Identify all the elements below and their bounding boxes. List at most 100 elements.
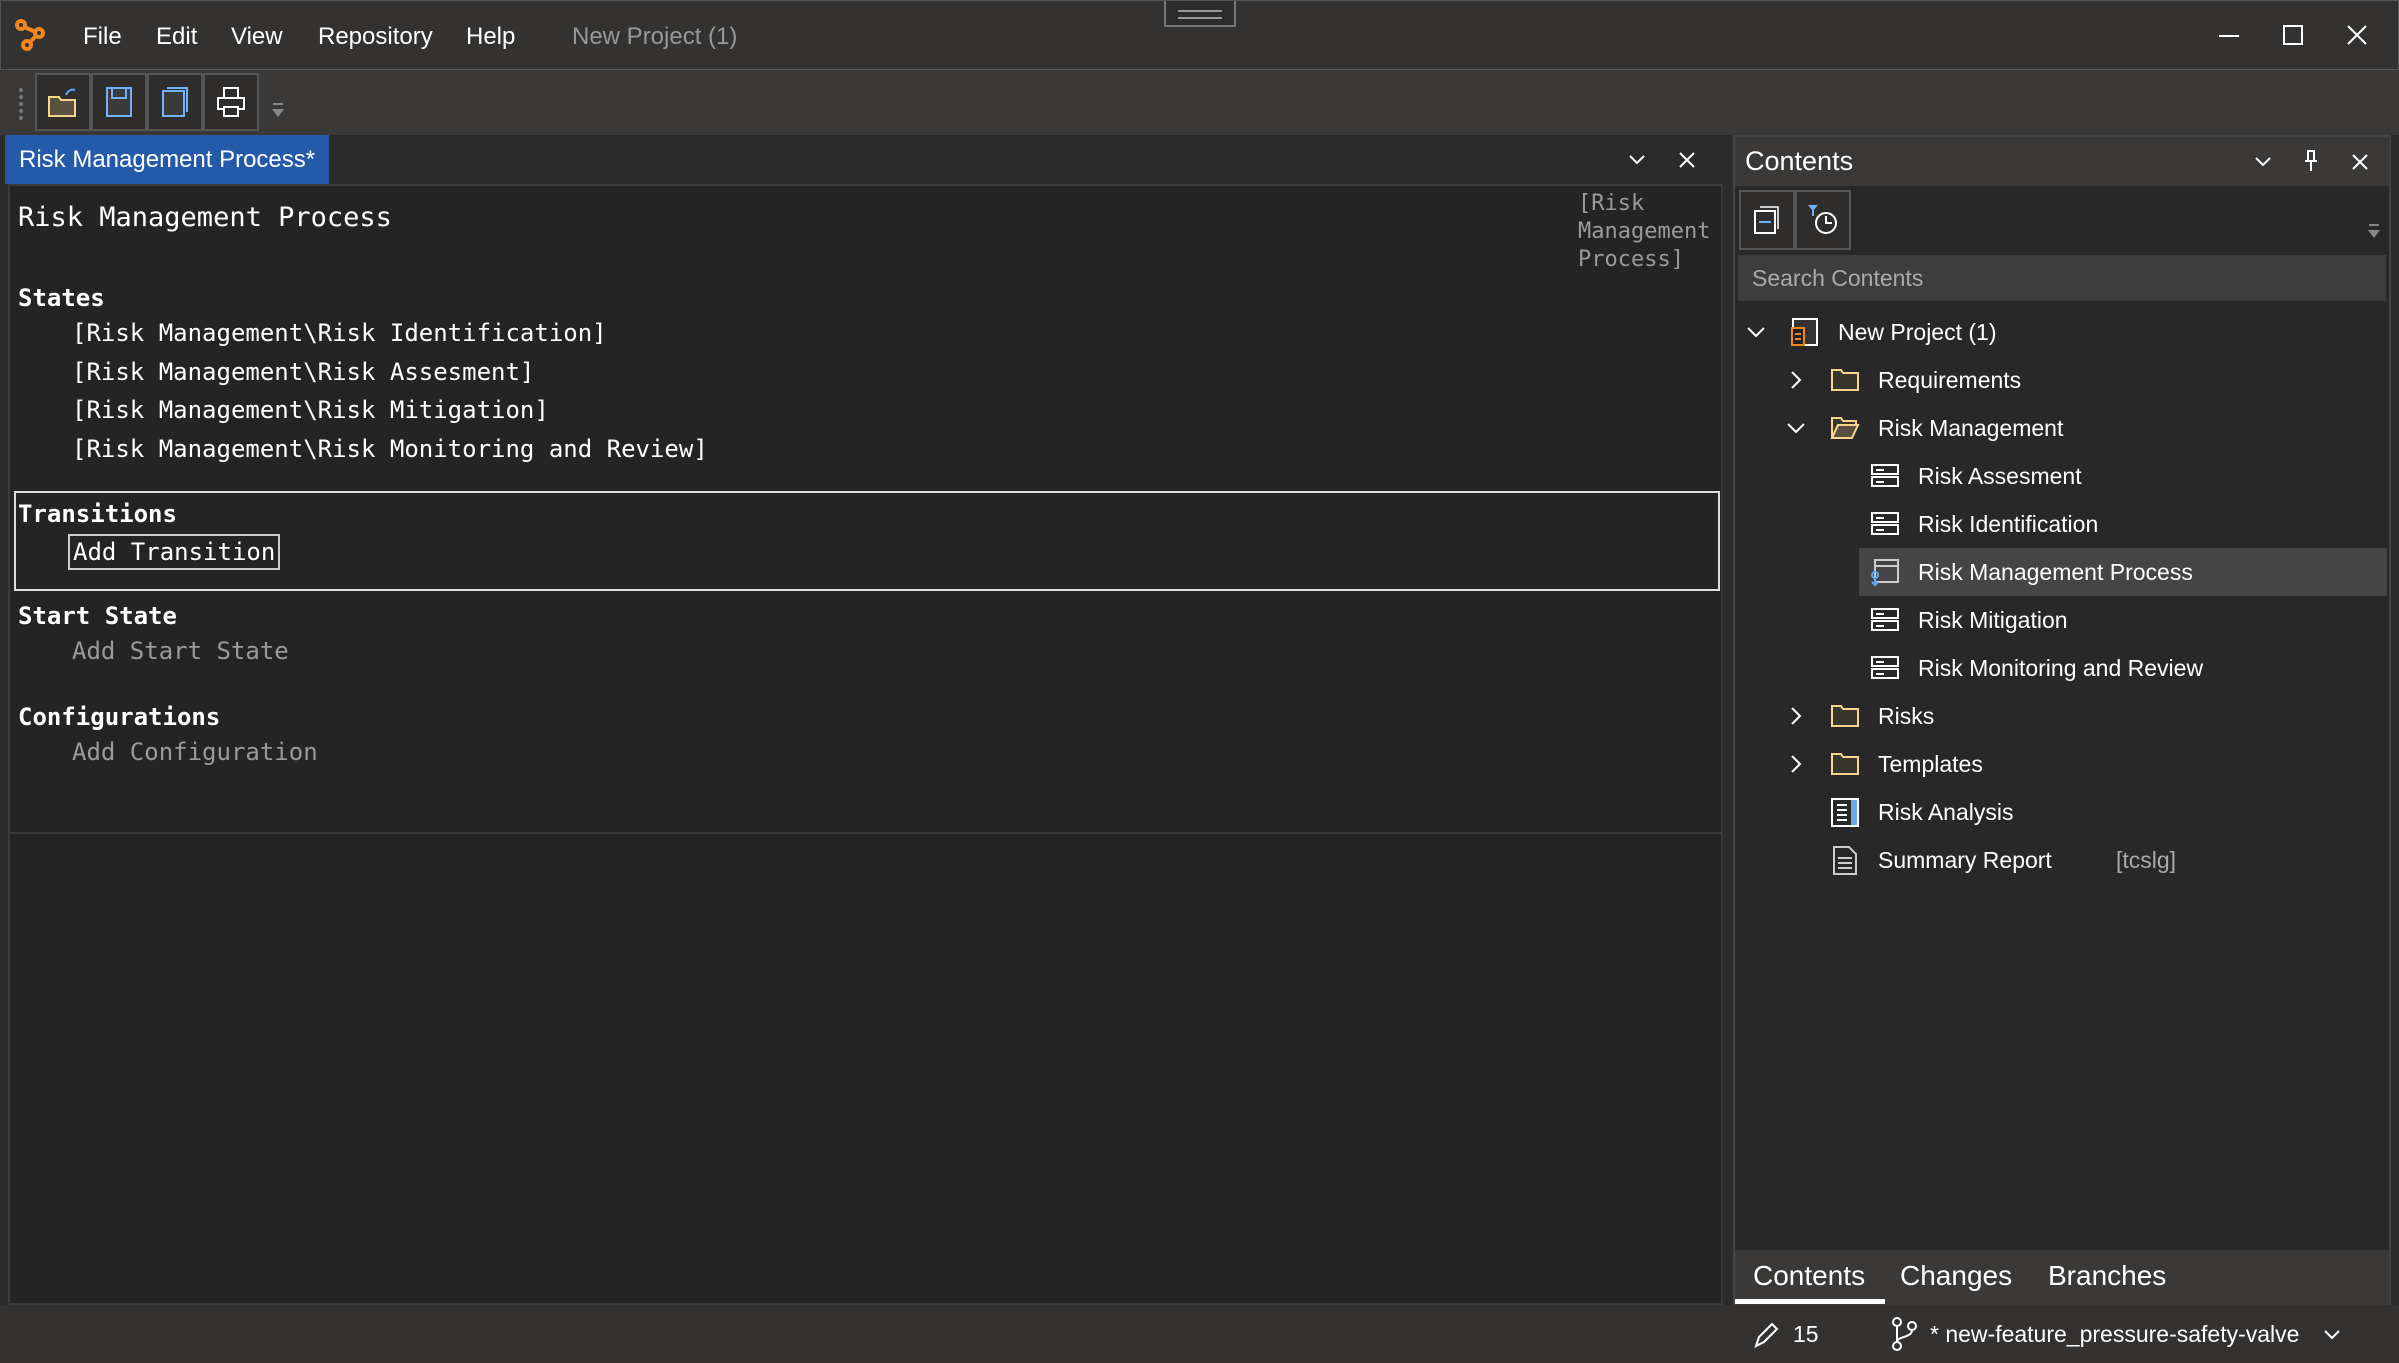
branch-chevron-down-icon[interactable] — [2322, 1325, 2342, 1345]
window-title: New Project (1) — [572, 23, 738, 50]
state-reference[interactable]: [Risk Management\Risk Identification] — [72, 319, 607, 347]
drag-handle[interactable] — [1164, 1, 1236, 27]
tree-item[interactable]: Risk Monitoring and Review — [1735, 644, 2389, 692]
changes-count[interactable]: 15 — [1793, 1321, 1819, 1348]
tab-branches[interactable]: Branches — [2048, 1260, 2166, 1292]
contents-bottom-tabs: Contents Changes Branches — [1735, 1250, 2389, 1305]
menu-view[interactable]: View — [231, 23, 283, 51]
tab-contents[interactable]: Contents — [1753, 1260, 1865, 1292]
divider — [10, 832, 1721, 834]
tree-item[interactable]: Risk Identification — [1735, 500, 2389, 548]
maximize-icon[interactable] — [2281, 23, 2305, 47]
toolbar-overflow-icon[interactable] — [270, 102, 286, 122]
state-reference[interactable]: [Risk Management\Risk Assesment] — [72, 358, 534, 386]
tree-item-label: Risk Mitigation — [1918, 607, 2068, 633]
menu-edit[interactable]: Edit — [156, 23, 197, 51]
tree-item-label: Risk Assesment — [1918, 463, 2082, 489]
tree-item[interactable]: Risk Management — [1735, 404, 2389, 452]
states-header: States — [18, 284, 105, 312]
tab-list-chevron-down-icon[interactable] — [1626, 149, 1648, 171]
tree-item-label: Risk Monitoring and Review — [1918, 655, 2204, 681]
add-configuration-button[interactable]: Add Configuration — [72, 738, 318, 766]
state-reference[interactable]: [Risk Management\Risk Mitigation] — [72, 396, 549, 424]
tree-item-label: Risks — [1878, 703, 1935, 729]
tree-item-label: Risk Identification — [1918, 511, 2099, 537]
print-button[interactable] — [203, 73, 259, 131]
tree-item-label: Risk Management — [1878, 415, 2064, 441]
table-doc-icon — [1831, 798, 1859, 827]
document-editor: Risk Management Process [Risk Management… — [8, 184, 1723, 1305]
pencil-icon — [1754, 1322, 1779, 1348]
folder-icon — [1831, 705, 1859, 727]
save-all-button[interactable] — [147, 73, 203, 131]
tree-item[interactable]: Risk Mitigation — [1735, 596, 2389, 644]
status-bar: 15 * new-feature_pressure-safety-valve — [0, 1305, 2399, 1363]
print-icon — [217, 87, 245, 117]
add-transition-button[interactable]: Add Transition — [68, 534, 281, 570]
document-icon — [1833, 846, 1857, 875]
toolbar — [0, 70, 2399, 135]
save-all-icon — [162, 87, 188, 117]
tree-item[interactable]: Requirements — [1735, 356, 2389, 404]
tree-item-label: Summary Report — [1878, 847, 2052, 873]
open-folder-icon — [48, 88, 76, 117]
tree-item[interactable]: Risk Management Process — [1859, 548, 2387, 596]
chevron-down-icon[interactable] — [1785, 417, 1807, 439]
close-window-icon[interactable] — [2345, 23, 2369, 47]
document-tab-strip: Risk Management Process* — [0, 135, 1728, 184]
close-panel-icon[interactable] — [2349, 151, 2371, 173]
chevron-down-icon[interactable] — [1745, 321, 1767, 343]
chevron-right-icon[interactable] — [1785, 753, 1807, 775]
configurations-header: Configurations — [18, 703, 221, 731]
pin-icon[interactable] — [2300, 149, 2322, 173]
app-logo-icon — [15, 19, 45, 51]
history-filter-icon — [1808, 205, 1837, 234]
active-tab-indicator — [1735, 1299, 1885, 1304]
tree-item[interactable]: Templates — [1735, 740, 2389, 788]
tree-item[interactable]: New Project (1) — [1735, 308, 2389, 356]
toolbar-grip[interactable] — [19, 88, 24, 120]
contents-panel-title: Contents — [1745, 146, 1854, 176]
menu-help[interactable]: Help — [466, 23, 515, 51]
state-reference[interactable]: [Risk Management\Risk Monitoring and Rev… — [72, 435, 708, 463]
add-start-state-button[interactable]: Add Start State — [72, 637, 289, 665]
menu-repository[interactable]: Repository — [318, 23, 433, 51]
tree-item[interactable]: Summary Report [tcslg] — [1735, 836, 2389, 884]
chevron-right-icon[interactable] — [1785, 705, 1807, 727]
folder-open-icon — [1830, 417, 1860, 439]
folder-icon — [1831, 753, 1859, 775]
branch-icon — [1892, 1317, 1917, 1351]
tree-item[interactable]: Risks — [1735, 692, 2389, 740]
state-icon — [1871, 512, 1899, 535]
panel-chevron-down-icon[interactable] — [2252, 151, 2274, 173]
save-icon — [106, 87, 132, 117]
transitions-header: Transitions — [18, 500, 177, 528]
tree-item[interactable]: Risk Assesment — [1735, 452, 2389, 500]
tree-item-label: Risk Management Process — [1918, 559, 2193, 585]
close-tab-icon[interactable] — [1676, 149, 1698, 171]
history-filter-button[interactable] — [1795, 190, 1851, 250]
chevron-right-icon[interactable] — [1785, 369, 1807, 391]
search-contents-input[interactable]: Search Contents — [1738, 255, 2386, 301]
start-state-header: Start State — [18, 602, 177, 630]
state-icon — [1871, 608, 1899, 631]
panel-toolbar-overflow-icon[interactable] — [2366, 223, 2382, 243]
document-title: Risk Management Process — [18, 202, 392, 233]
state-icon — [1871, 464, 1899, 487]
tree-item-label: New Project (1) — [1838, 319, 1997, 345]
tree-item-label: Risk Analysis — [1878, 799, 2014, 825]
save-button[interactable] — [91, 73, 147, 131]
process-icon — [1871, 559, 1899, 587]
title-bar: File Edit View Repository Help New Proje… — [0, 0, 2399, 70]
minimize-icon[interactable] — [2217, 23, 2241, 47]
branch-selector[interactable]: * new-feature_pressure-safety-valve — [1930, 1321, 2299, 1348]
menu-file[interactable]: File — [83, 23, 122, 51]
tab-risk-management-process[interactable]: Risk Management Process* — [5, 135, 330, 184]
tree-item[interactable]: Risk Analysis — [1735, 788, 2389, 836]
tree-item-label: Templates — [1878, 751, 1983, 777]
collapse-all-button[interactable] — [1739, 190, 1795, 250]
open-button[interactable] — [35, 73, 91, 131]
contents-panel: Contents Search Contents New Project (1)… — [1733, 135, 2391, 1305]
tab-changes[interactable]: Changes — [1900, 1260, 2012, 1292]
folder-icon — [1831, 369, 1859, 391]
